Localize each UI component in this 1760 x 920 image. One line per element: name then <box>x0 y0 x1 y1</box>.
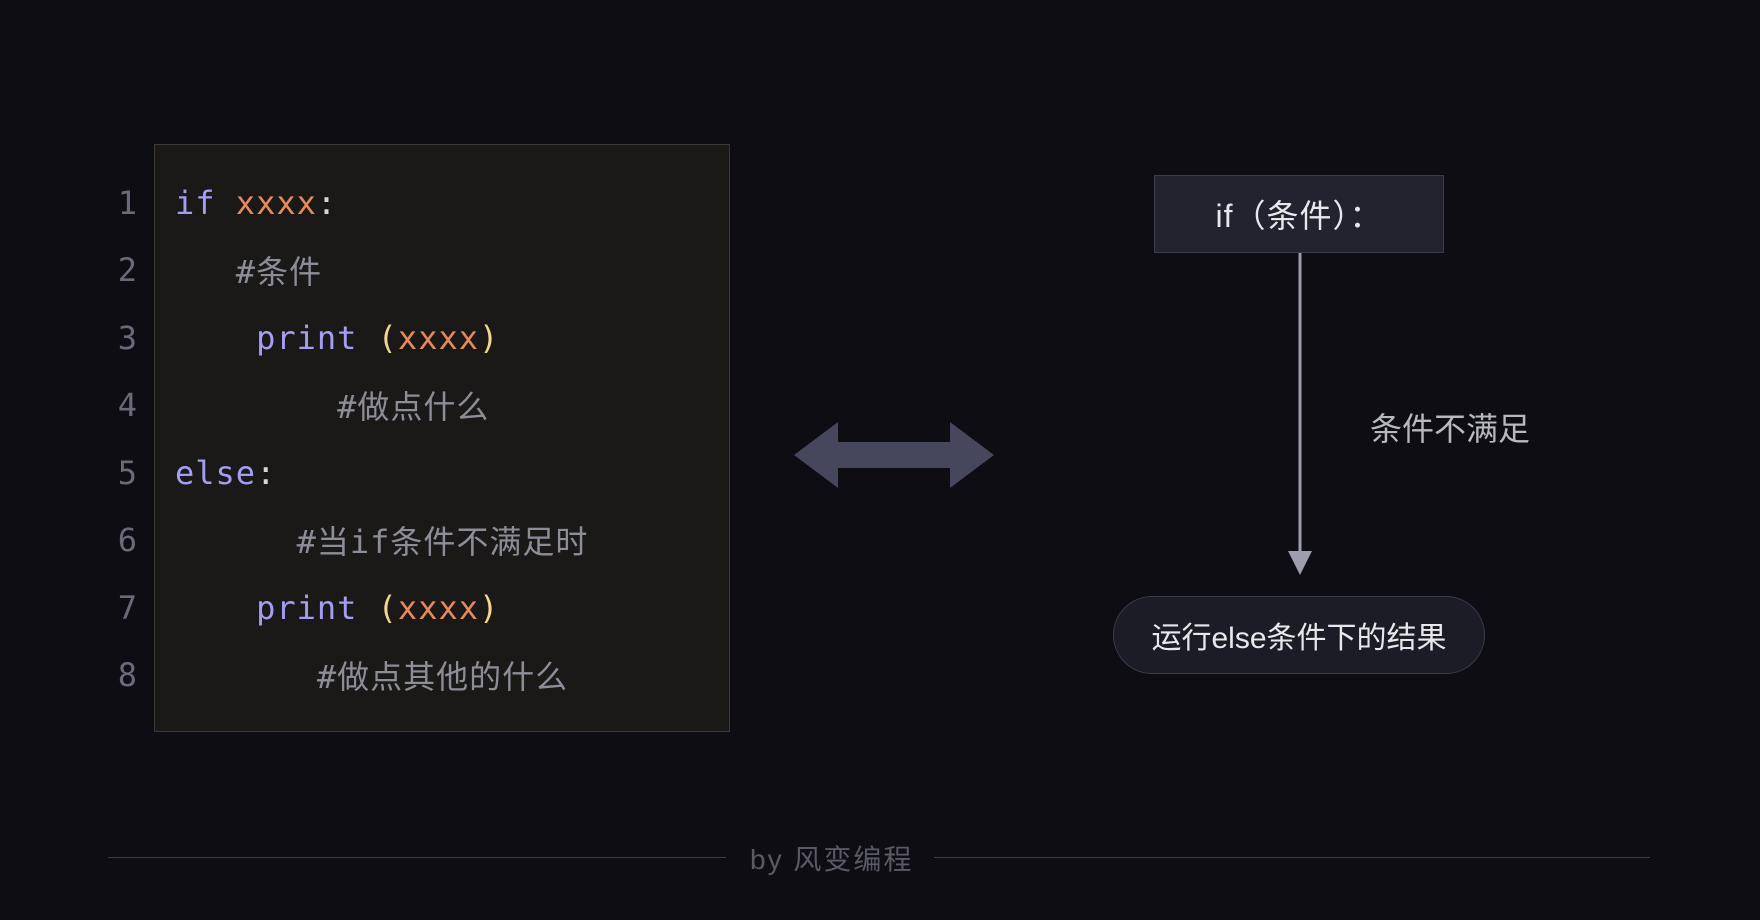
code-line: 1if xxxx: <box>155 169 729 237</box>
flow-if-box: if（条件）： <box>1154 175 1444 253</box>
arrow-down-icon <box>1296 253 1304 575</box>
code-content: #做点什么 <box>175 382 489 428</box>
code-content: if xxxx: <box>175 184 337 222</box>
code-content: #条件 <box>175 247 322 293</box>
code-content: print (xxxx) <box>175 319 499 357</box>
code-content: print (xxxx) <box>175 589 499 627</box>
code-line: 8 #做点其他的什么 <box>155 642 729 710</box>
code-line: 4 #做点什么 <box>155 372 729 440</box>
code-line: 7 print (xxxx) <box>155 574 729 642</box>
line-number: 3 <box>99 319 137 357</box>
line-number: 8 <box>99 656 137 694</box>
line-number: 1 <box>99 184 137 222</box>
flow-else-box: 运行else条件下的结果 <box>1113 596 1485 674</box>
code-line: 2 #条件 <box>155 237 729 305</box>
footer-divider-left <box>108 857 726 858</box>
line-number: 6 <box>99 521 137 559</box>
flow-else-label: 运行else条件下的结果 <box>1151 613 1446 657</box>
code-line: 5else: <box>155 439 729 507</box>
flow-if-label: if（条件）： <box>1215 191 1382 237</box>
code-line: 3 print (xxxx) <box>155 304 729 372</box>
footer-attribution: by 风变编程 <box>750 838 913 878</box>
line-number: 5 <box>99 454 137 492</box>
line-number: 2 <box>99 251 137 289</box>
code-content: #做点其他的什么 <box>175 652 568 698</box>
diagram-canvas: 1if xxxx:2 #条件3 print (xxxx)4 #做点什么5else… <box>0 0 1760 920</box>
code-content: else: <box>175 454 276 492</box>
double-arrow-icon <box>794 418 994 492</box>
code-block: 1if xxxx:2 #条件3 print (xxxx)4 #做点什么5else… <box>154 144 730 732</box>
line-number: 4 <box>99 386 137 424</box>
line-number: 7 <box>99 589 137 627</box>
code-content: #当if条件不满足时 <box>175 517 588 563</box>
code-line: 6 #当if条件不满足时 <box>155 507 729 575</box>
footer-divider-right <box>934 857 1650 858</box>
flow-condition-label: 条件不满足 <box>1370 404 1530 450</box>
